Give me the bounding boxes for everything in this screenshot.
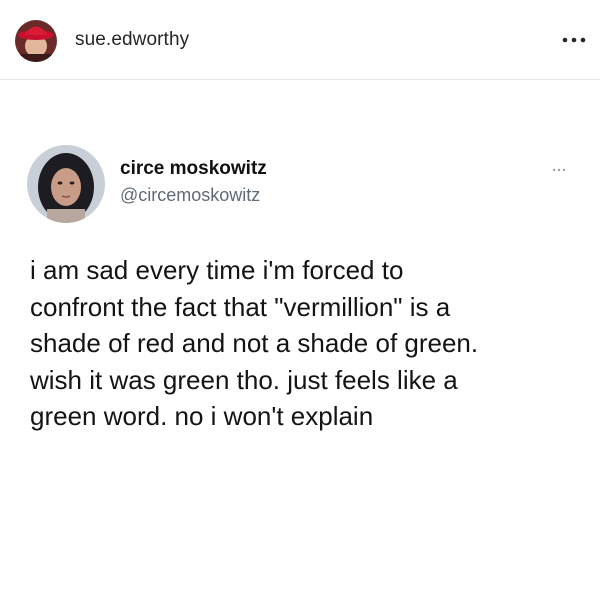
instagram-post: sue.edworthy circe moskowitz @circemosko… — [0, 0, 600, 600]
tweet-text-line: wish it was green tho. just feels like a — [30, 364, 458, 395]
profile-avatar-portrait-icon — [27, 145, 105, 223]
more-horizontal-icon — [562, 37, 586, 43]
more-horizontal-icon — [552, 168, 566, 172]
post-header: sue.edworthy — [0, 0, 600, 80]
tweet-handle[interactable]: @circemoskowitz — [120, 185, 260, 206]
post-username[interactable]: sue.edworthy — [75, 29, 189, 51]
user-avatar[interactable] — [15, 20, 57, 62]
tweet-more-icon — [552, 160, 566, 172]
profile-avatar-red-hat-icon — [15, 20, 57, 62]
tweet-display-name[interactable]: circe moskowitz — [120, 158, 267, 180]
tweet-text-line: i am sad every time i'm forced to — [30, 255, 404, 285]
tweet-text-line: shade of red and not a shade of green. — [30, 328, 479, 358]
tweet-text-line: green word. no i won't explain — [30, 401, 374, 431]
tweet-text: i am sad every time i'm forced to confro… — [30, 252, 580, 435]
tweet-text-line: confront the fact that "vermillion" is a — [30, 291, 451, 322]
tweet-author-avatar — [27, 145, 105, 223]
more-options-icon[interactable] — [562, 32, 586, 43]
